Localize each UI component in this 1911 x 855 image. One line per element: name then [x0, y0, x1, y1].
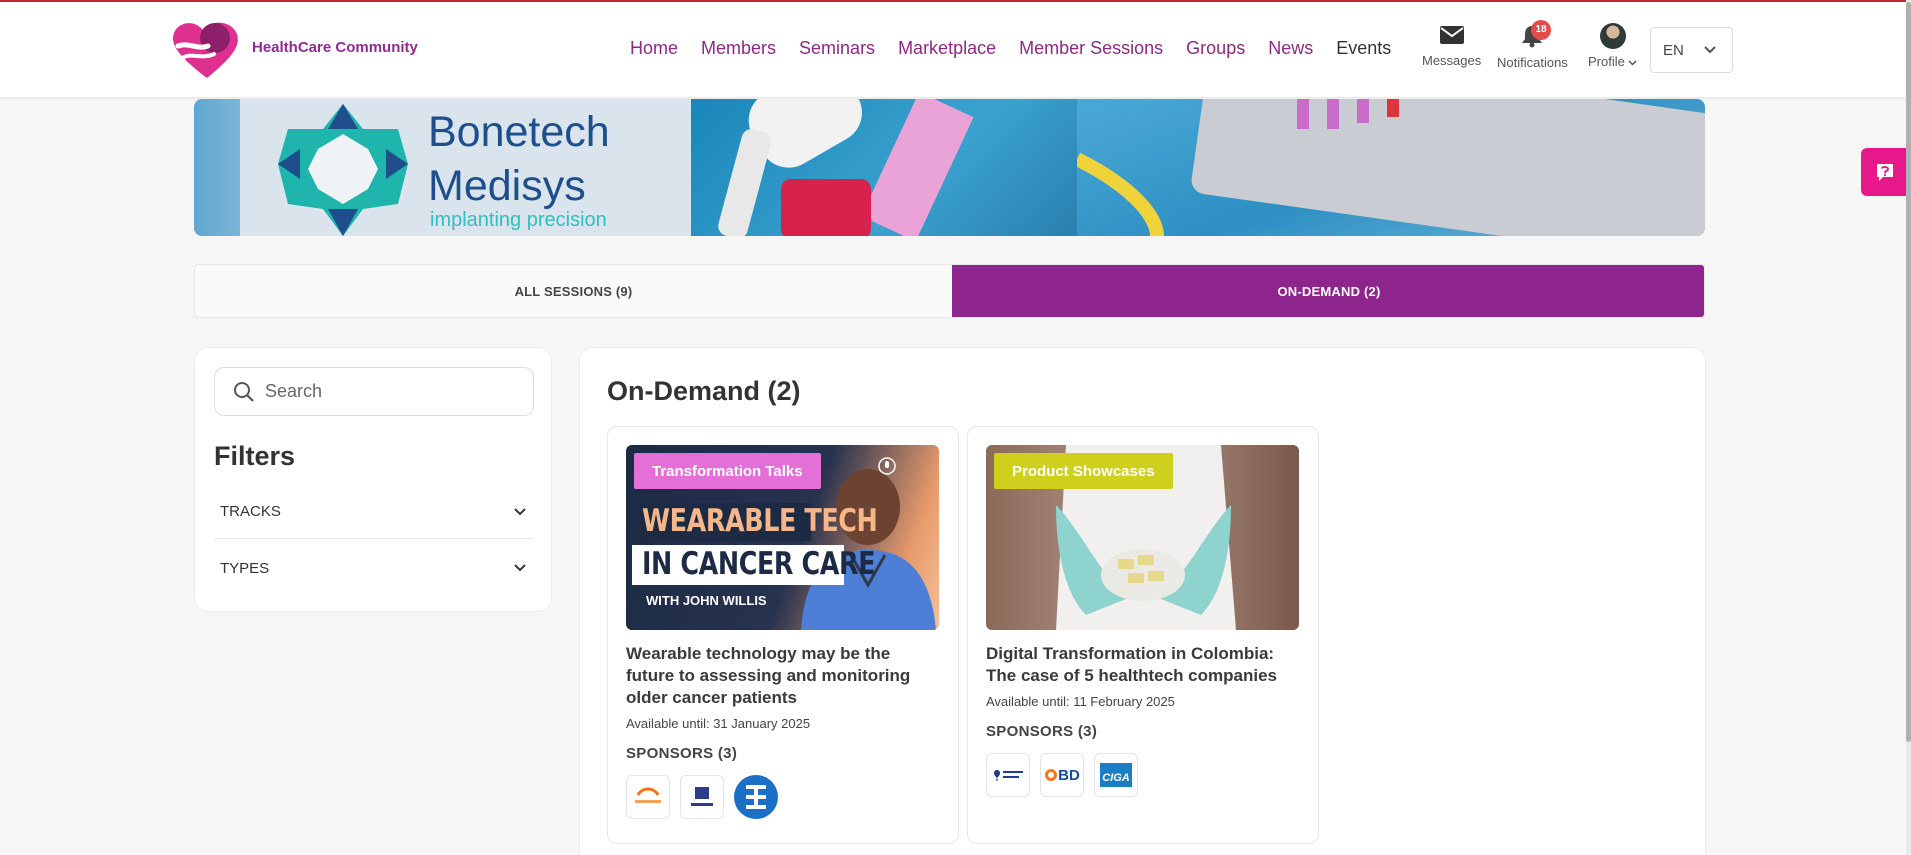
filters-title: Filters	[214, 441, 296, 471]
on-demand-panel: On-Demand (2) WEARABLE TECH IN CANCER CA…	[579, 347, 1706, 855]
sponsor-logo-bd[interactable]: BD	[1040, 753, 1084, 797]
nav-members[interactable]: Members	[701, 38, 776, 59]
profile-label: Profile	[1588, 54, 1625, 69]
filter-tracks-label: TRACKS	[220, 503, 281, 520]
chevron-down-icon	[1628, 60, 1638, 66]
banner-tagline: implanting precision	[430, 209, 607, 231]
messages-label: Messages	[1422, 53, 1482, 68]
filters-sidebar: Filters TRACKS TYPES	[194, 347, 552, 612]
sponsors-heading: SPONSORS (3)	[626, 745, 738, 762]
tab-on-demand[interactable]: ON-DEMAND (2)	[952, 265, 1704, 317]
language-value: EN	[1663, 41, 1684, 59]
thumbnail-headline-1: WEARABLE TECH	[642, 503, 878, 539]
nav-member-sessions[interactable]: Member Sessions	[1019, 38, 1163, 59]
messages-button[interactable]: Messages	[1422, 24, 1481, 68]
nav-home[interactable]: Home	[630, 38, 678, 59]
main-nav: Home Members Seminars Marketplace Member…	[630, 38, 1414, 59]
sponsor-logo-3[interactable]	[734, 775, 778, 819]
thumbnail-subline: WITH JOHN WILLIS	[646, 593, 767, 608]
sponsor-logos	[626, 775, 778, 819]
banner-brand-line1: Bonetech	[428, 108, 610, 156]
heart-hands-logo-icon	[173, 22, 238, 78]
search-box[interactable]	[214, 367, 534, 416]
track-tag: Product Showcases	[994, 453, 1173, 489]
sponsor-banner[interactable]: Bonetech Medisys implanting precision	[194, 99, 1705, 236]
nav-news[interactable]: News	[1268, 38, 1313, 59]
notifications-count-badge: 18	[1531, 20, 1551, 40]
sponsor-logo-ciga[interactable]: CIGA	[1094, 753, 1138, 797]
avatar	[1599, 23, 1626, 49]
logo-text: HealthCare Community	[252, 38, 418, 56]
banner-brand-line2: Medisys	[428, 162, 586, 210]
profile-menu[interactable]: Profile	[1588, 23, 1638, 69]
chevron-down-icon	[514, 507, 526, 515]
sponsor-logo-2[interactable]	[680, 775, 724, 819]
scrollbar-thumb[interactable]	[1906, 2, 1911, 742]
session-title[interactable]: Digital Transformation in Colombia: The …	[986, 643, 1296, 687]
filter-tracks-toggle[interactable]: TRACKS	[214, 485, 534, 539]
notifications-label: Notifications	[1497, 55, 1568, 70]
session-tabs: ALL SESSIONS (9) ON-DEMAND (2)	[194, 264, 1705, 318]
help-button[interactable]	[1861, 148, 1909, 196]
microphone-icon	[878, 457, 896, 475]
nav-groups[interactable]: Groups	[1186, 38, 1245, 59]
track-tag: Transformation Talks	[634, 453, 821, 489]
sponsor-logos: BD CIGA	[986, 753, 1138, 797]
availability-date: Available until: 31 January 2025	[626, 716, 811, 731]
sponsor-logo-ciga-text: CIGA	[1100, 763, 1132, 787]
session-title[interactable]: Wearable technology may be the future to…	[626, 643, 936, 709]
search-icon	[234, 381, 254, 402]
session-thumbnail[interactable]: Product Showcases	[986, 445, 1299, 630]
chevron-down-icon	[1704, 46, 1716, 54]
search-input[interactable]	[265, 381, 515, 402]
question-chat-icon	[1877, 164, 1893, 181]
chevron-down-icon	[514, 564, 526, 572]
sponsor-logo-1[interactable]	[626, 775, 670, 819]
session-card[interactable]: WEARABLE TECH IN CANCER CARE WITH JOHN W…	[607, 426, 959, 844]
bd-sun-icon	[1045, 769, 1058, 781]
site-logo[interactable]: HealthCare Community	[168, 16, 418, 82]
page-title: On-Demand (2)	[607, 376, 801, 406]
nav-events[interactable]: Events	[1336, 38, 1391, 59]
sponsors-heading: SPONSORS (3)	[986, 723, 1098, 740]
banner-brand-panel: Bonetech Medisys implanting precision	[194, 99, 691, 236]
bonetech-star-logo-icon	[278, 104, 408, 236]
language-select[interactable]: EN	[1650, 27, 1733, 73]
sponsor-logo-bd-text: BD	[1058, 766, 1080, 784]
banner-image-device	[1077, 99, 1705, 236]
filter-types-label: TYPES	[220, 559, 270, 577]
thumbnail-headline-2: IN CANCER CARE	[642, 546, 876, 582]
filter-types-toggle[interactable]: TYPES	[214, 541, 534, 595]
availability-date: Available until: 11 February 2025	[986, 694, 1175, 709]
nav-marketplace[interactable]: Marketplace	[898, 38, 996, 59]
sponsor-logo-1[interactable]	[986, 753, 1030, 797]
tab-all-sessions[interactable]: ALL SESSIONS (9)	[195, 265, 952, 317]
session-thumbnail[interactable]: WEARABLE TECH IN CANCER CARE WITH JOHN W…	[626, 445, 939, 630]
session-card[interactable]: Product Showcases Digital Transformation…	[967, 426, 1319, 844]
site-header: HealthCare Community Home Members Semina…	[0, 2, 1911, 97]
banner-image-instruments	[691, 99, 1077, 236]
nav-seminars[interactable]: Seminars	[799, 38, 875, 59]
notifications-button[interactable]: 18 Notifications	[1497, 20, 1568, 70]
envelope-icon	[1439, 26, 1464, 44]
page-scrollbar[interactable]	[1906, 0, 1911, 855]
